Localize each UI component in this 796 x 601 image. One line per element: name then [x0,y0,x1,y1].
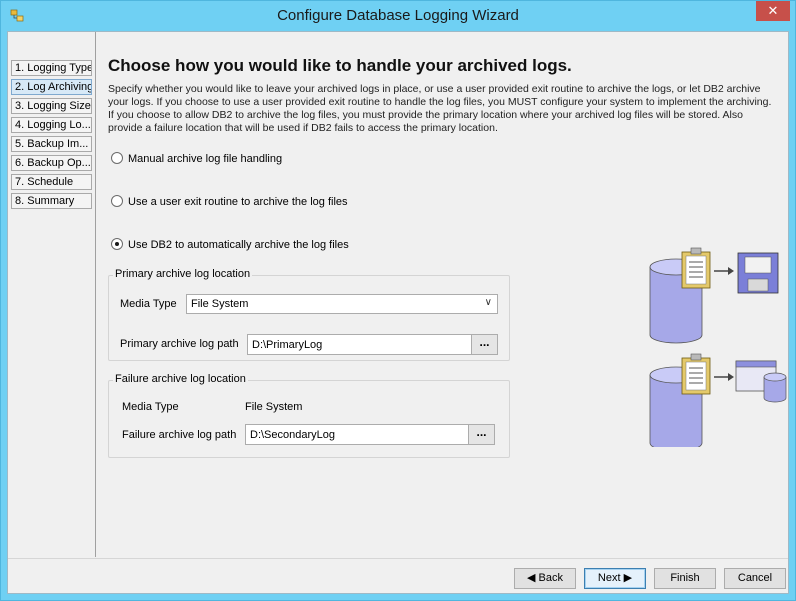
clipboard-icon [681,247,711,289]
nav-step-summary[interactable]: 8. Summary [11,193,92,209]
option-user-exit[interactable]: Use a user exit routine to archive the l… [111,195,348,208]
primary-media-type-select[interactable]: File System ∨ [186,294,498,314]
failure-path-label: Failure archive log path [122,429,237,441]
primary-location-group: Primary archive log location Media Type … [108,268,510,361]
option-db2-auto-label: Use DB2 to automatically archive the log… [128,239,349,251]
option-db2-auto-archive[interactable]: Use DB2 to automatically archive the log… [111,238,349,251]
failure-media-type-label: Media Type [122,401,179,413]
radio-db2-auto[interactable] [111,238,123,250]
back-button[interactable]: ◀ Back [514,568,576,589]
close-button[interactable]: ✕ [756,1,790,21]
nav-step-log-archiving[interactable]: 2. Log Archiving [11,79,92,95]
option-manual-archive[interactable]: Manual archive log file handling [111,152,282,165]
primary-browse-button[interactable]: ... [471,335,497,354]
server-window-icon [735,360,787,403]
chevron-down-icon: ∨ [484,297,492,308]
primary-media-type-value: File System [191,298,249,310]
primary-path-label: Primary archive log path [120,338,239,350]
primary-path-value: D:\PrimaryLog [252,339,323,351]
nav-step-backup-options[interactable]: 6. Backup Op... [11,155,92,171]
archive-illustration [649,247,787,447]
failure-media-type-value: File System [245,401,303,413]
nav-step-backup-image[interactable]: 5. Backup Im... [11,136,92,152]
failure-path-value: D:\SecondaryLog [250,429,335,441]
failure-path-input[interactable]: D:\SecondaryLog ... [245,424,495,445]
nav-step-logging-size[interactable]: 3. Logging Size [11,98,92,114]
wizard-step-nav: 1. Logging Type 2. Log Archiving 3. Logg… [8,32,96,557]
window-title: Configure Database Logging Wizard [277,7,519,24]
radio-user-exit[interactable] [111,195,123,207]
option-user-exit-label: Use a user exit routine to archive the l… [128,196,348,208]
primary-group-label: Primary archive log location [113,268,253,280]
primary-media-type-label: Media Type [120,298,177,310]
clipboard-icon-2 [681,353,711,395]
wizard-client-area: 1. Logging Type 2. Log Archiving 3. Logg… [7,31,789,594]
wizard-window: Configure Database Logging Wizard ✕ 1. L… [0,0,796,601]
close-icon: ✕ [767,3,779,18]
failure-group-label: Failure archive log location [113,373,248,385]
cancel-button[interactable]: Cancel [724,568,786,589]
button-bar: ◀ Back Next ▶ Finish Cancel [8,558,788,594]
primary-path-input[interactable]: D:\PrimaryLog ... [247,334,498,355]
arrow-right-icon-2 [714,373,734,381]
radio-manual[interactable] [111,152,123,164]
failure-location-group: Failure archive log location Media Type … [108,373,510,458]
nav-step-schedule[interactable]: 7. Schedule [11,174,92,190]
arrow-right-icon [714,267,734,275]
page-heading: Choose how you would like to handle your… [108,56,572,75]
page-description: Specify whether you would like to leave … [108,83,772,134]
option-manual-label: Manual archive log file handling [128,153,283,165]
nav-step-logging-location[interactable]: 4. Logging Lo... [11,117,92,133]
finish-button[interactable]: Finish [654,568,716,589]
title-bar: Configure Database Logging Wizard ✕ [1,1,795,31]
wizard-page: Choose how you would like to handle your… [108,32,788,557]
failure-browse-button[interactable]: ... [468,425,494,444]
nav-step-logging-type[interactable]: 1. Logging Type [11,60,92,76]
next-button[interactable]: Next ▶ [584,568,646,589]
floppy-disk-icon [737,252,779,294]
